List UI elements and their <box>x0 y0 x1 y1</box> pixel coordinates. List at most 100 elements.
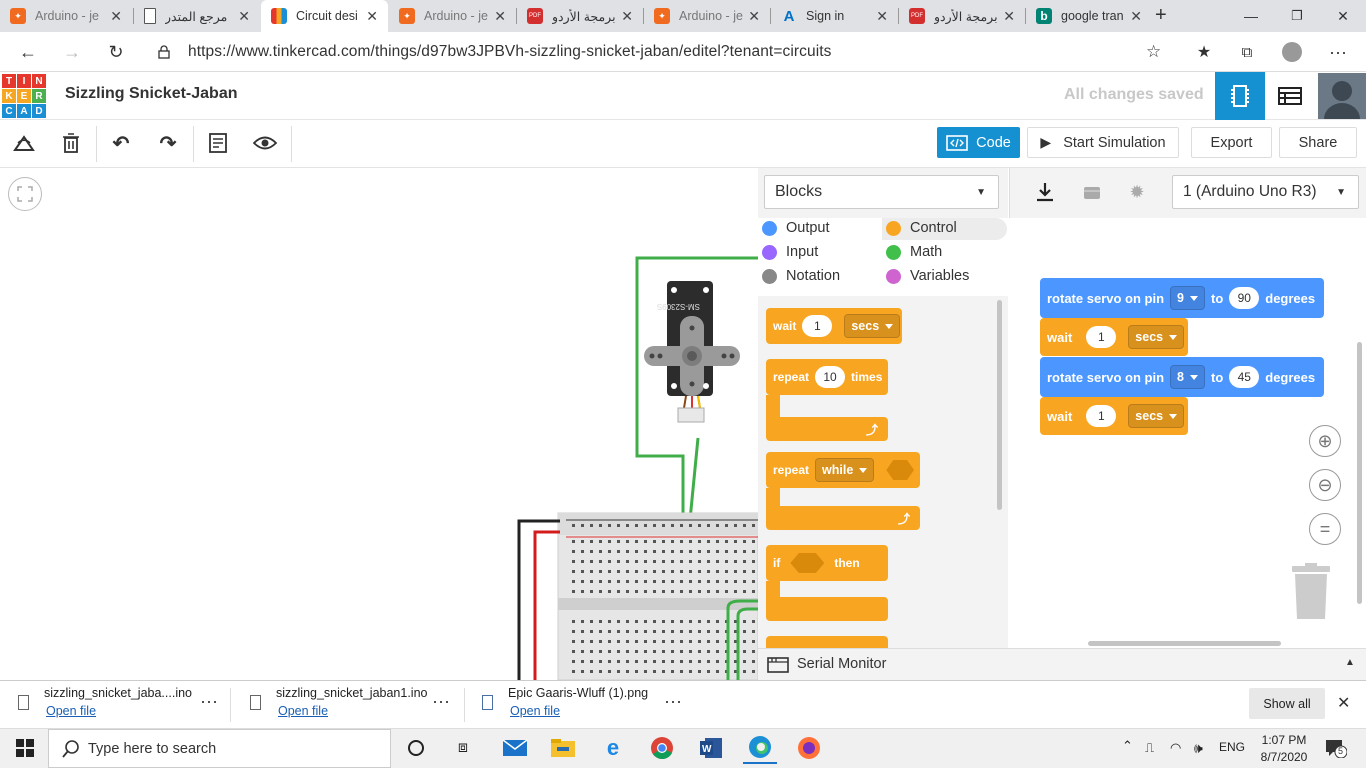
download-item[interactable]: sizzling_snicket_jaba....ino Open file ·… <box>18 683 228 727</box>
zoom-out-icon[interactable]: ⊖ <box>1309 469 1341 501</box>
wait-value-input[interactable]: 1 <box>1086 326 1117 348</box>
browser-tab[interactable]: ✦ Arduino - je ✕ <box>389 0 516 32</box>
show-hidden-icons[interactable]: ⌃ <box>1122 738 1133 754</box>
profile-icon[interactable] <box>1278 38 1306 66</box>
palette-repeat-while-block[interactable]: repeat while <box>766 452 920 488</box>
clock-time[interactable]: 1:07 PM <box>1258 733 1310 747</box>
palette-repeat-times-block[interactable]: repeat 10 times <box>766 359 888 395</box>
close-tab-icon[interactable]: ✕ <box>748 8 760 25</box>
mail-icon[interactable] <box>498 732 532 764</box>
export-button[interactable]: Export <box>1191 127 1272 158</box>
download-item[interactable]: Epic Gaaris-Wluff (1).png Open file ··· <box>482 683 692 727</box>
rotate-servo-block-1[interactable]: rotate servo on pin 9 to 90 degrees <box>1040 278 1324 318</box>
project-title[interactable]: Sizzling Snicket-Jaban <box>65 85 237 103</box>
cortana-icon[interactable] <box>399 732 433 764</box>
close-tab-icon[interactable]: ✕ <box>1130 8 1142 25</box>
collections-icon[interactable]: ⧉ <box>1233 38 1261 66</box>
close-downloads-icon[interactable]: ✕ <box>1337 693 1350 713</box>
internet-explorer-icon[interactable]: e <box>596 732 630 764</box>
clock-date[interactable]: 8/7/2020 <box>1258 750 1310 764</box>
close-tab-icon[interactable]: ✕ <box>494 8 506 25</box>
chrome-icon[interactable] <box>645 732 679 764</box>
palette-wait-block[interactable]: wait 1 secs <box>766 308 902 344</box>
category-math[interactable]: Math <box>886 244 942 260</box>
show-all-button[interactable]: Show all <box>1249 688 1325 719</box>
servo-motor[interactable]: SM-S2309S <box>640 278 744 438</box>
new-tab-icon[interactable]: + <box>1155 4 1167 27</box>
minimize-icon[interactable]: — <box>1228 0 1274 32</box>
windows-start-icon[interactable] <box>8 732 42 764</box>
close-tab-icon[interactable]: ✕ <box>621 8 633 25</box>
condition-slot[interactable] <box>886 460 914 480</box>
language-indicator[interactable]: ENG <box>1219 740 1245 754</box>
redo-icon[interactable]: ↷ <box>155 131 181 155</box>
category-output[interactable]: Output <box>762 220 830 236</box>
servo-pin-dropdown[interactable]: 8 <box>1170 365 1205 389</box>
rotate-icon[interactable] <box>11 131 37 155</box>
browser-tab[interactable]: b google tran ✕ <box>1026 0 1152 32</box>
browser-tab[interactable]: ✦ Arduino - je ✕ <box>644 0 770 32</box>
forward-icon[interactable]: → <box>58 38 86 66</box>
word-icon[interactable]: W <box>694 732 728 764</box>
browser-tab-active[interactable]: Circuit desi ✕ <box>261 0 388 32</box>
circuit-canvas[interactable]: SM-S2309S <box>0 168 758 680</box>
rotate-servo-block-2[interactable]: rotate servo on pin 8 to 45 degrees <box>1040 357 1324 397</box>
download-item[interactable]: sizzling_snicket_jaban1.ino Open file ··… <box>250 683 460 727</box>
wait-unit-dropdown[interactable]: secs <box>844 314 901 338</box>
open-file-link[interactable]: Open file <box>278 704 328 718</box>
browser-tab[interactable]: مرجع المتدر ✕ <box>134 0 260 32</box>
chevron-up-icon[interactable]: ▲ <box>1345 657 1355 668</box>
visibility-icon[interactable] <box>252 131 278 155</box>
servo-pin-dropdown[interactable]: 9 <box>1170 286 1205 310</box>
more-icon[interactable]: ··· <box>200 691 218 712</box>
browser-tab[interactable]: PDF برمجة الأردو ✕ <box>517 0 643 32</box>
workspace-scrollbar-v[interactable] <box>1357 342 1362 604</box>
delete-icon[interactable] <box>58 131 84 155</box>
url-field[interactable]: https://www.tinkercad.com/things/d97bw3J… <box>146 37 1176 67</box>
taskbar-search-box[interactable]: Type here to search <box>48 729 391 768</box>
wait-value-input[interactable]: 1 <box>1086 405 1117 427</box>
more-icon[interactable]: ··· <box>664 691 682 712</box>
favorites-icon[interactable]: ★ <box>1190 38 1218 66</box>
undo-icon[interactable]: ↶ <box>108 131 134 155</box>
category-input[interactable]: Input <box>762 244 818 260</box>
repeat-mode-dropdown[interactable]: while <box>815 458 875 482</box>
palette-next-block[interactable] <box>766 636 888 648</box>
category-control[interactable]: Control <box>886 220 957 236</box>
repeat-count-input[interactable]: 10 <box>815 366 846 388</box>
wait-value-input[interactable]: 1 <box>802 315 833 337</box>
open-file-link[interactable]: Open file <box>46 704 96 718</box>
category-notation[interactable]: Notation <box>762 268 840 284</box>
download-code-button[interactable] <box>1028 175 1062 209</box>
close-tab-icon[interactable]: ✕ <box>1003 8 1015 25</box>
close-tab-icon[interactable]: ✕ <box>110 8 122 25</box>
start-simulation-button[interactable]: ▶ Start Simulation <box>1027 127 1179 158</box>
notifications-icon[interactable]: 5 <box>1325 738 1348 763</box>
close-tab-icon[interactable]: ✕ <box>366 8 378 25</box>
zoom-in-icon[interactable]: ⊕ <box>1309 425 1341 457</box>
code-button[interactable]: Code <box>937 127 1020 158</box>
serial-monitor-bar[interactable]: Serial Monitor ▲ <box>758 648 1366 680</box>
debugger-bug-icon[interactable]: ✹ <box>1120 175 1154 209</box>
wait-block-2[interactable]: wait 1 secs <box>1040 397 1188 435</box>
schematic-list-view-button[interactable] <box>1265 72 1315 120</box>
edge-icon[interactable] <box>743 732 777 764</box>
firefox-icon[interactable] <box>792 732 826 764</box>
reset-zoom-icon[interactable]: = <box>1309 513 1341 545</box>
palette-if-then-block[interactable]: if then <box>766 545 888 581</box>
wifi-icon[interactable]: ◠ <box>1170 740 1181 756</box>
back-icon[interactable]: ← <box>14 38 42 66</box>
trash-icon[interactable] <box>1290 563 1332 621</box>
close-tab-icon[interactable]: ✕ <box>238 8 250 25</box>
close-tab-icon[interactable]: ✕ <box>876 8 888 25</box>
condition-slot[interactable] <box>790 553 825 573</box>
file-explorer-icon[interactable] <box>546 732 580 764</box>
upload-button[interactable] <box>1075 175 1109 209</box>
device-select[interactable]: 1 (Arduino Uno R3) ▼ <box>1172 175 1359 209</box>
servo-degrees-input[interactable]: 90 <box>1229 287 1260 309</box>
block-palette[interactable]: wait 1 secs repeat 10 times ⤴ repeat whi… <box>758 296 1008 648</box>
workspace-scrollbar-h[interactable] <box>1088 641 1281 646</box>
category-variables[interactable]: Variables <box>886 268 969 284</box>
wait-block-1[interactable]: wait 1 secs <box>1040 318 1188 356</box>
servo-degrees-input[interactable]: 45 <box>1229 366 1260 388</box>
